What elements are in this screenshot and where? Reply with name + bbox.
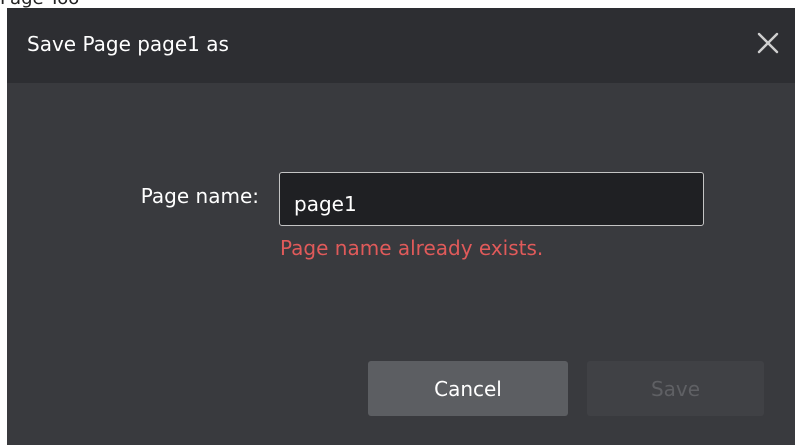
page-name-input[interactable] — [279, 172, 704, 226]
background-page-strip: Page Too — [0, 0, 795, 8]
dialog-title-bar: Save Page page1 as — [7, 8, 795, 83]
save-page-dialog: Save Page page1 as Page name: Page name … — [7, 8, 795, 445]
cancel-button[interactable]: Cancel — [368, 361, 568, 416]
background-page-text: Page Too — [0, 0, 79, 8]
dialog-title: Save Page page1 as — [27, 32, 229, 56]
error-message: Page name already exists. — [280, 236, 544, 260]
close-button[interactable] — [755, 30, 781, 56]
close-icon — [757, 32, 779, 54]
page-name-label: Page name: — [140, 184, 259, 208]
save-button[interactable]: Save — [587, 361, 764, 416]
